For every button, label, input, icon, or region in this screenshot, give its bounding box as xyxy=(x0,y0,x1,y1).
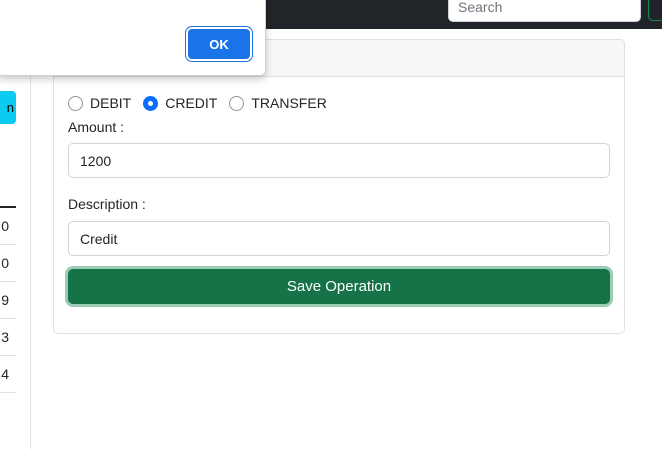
radio-transfer-control[interactable] xyxy=(229,95,245,111)
amount-label: Amount : xyxy=(68,119,125,135)
radio-transfer-label: TRANSFER xyxy=(251,95,327,111)
table-row: 0 xyxy=(0,208,16,245)
operation-type-group: DEBIT CREDIT TRANSFER xyxy=(68,94,339,112)
operation-card: DEBIT CREDIT TRANSFER Amount : Descripti… xyxy=(53,39,625,334)
search-input[interactable] xyxy=(448,0,641,22)
description-input[interactable] xyxy=(68,221,610,256)
search-button[interactable] xyxy=(648,0,662,21)
ok-button[interactable]: OK xyxy=(188,29,250,59)
radio-transfer[interactable]: TRANSFER xyxy=(229,95,327,111)
action-button[interactable]: n xyxy=(0,91,16,124)
amount-input[interactable] xyxy=(68,143,610,178)
save-operation-button[interactable]: Save Operation xyxy=(68,269,610,304)
table-row: 4 xyxy=(0,356,16,393)
radio-credit[interactable]: CREDIT xyxy=(143,95,217,111)
radio-debit-label: DEBIT xyxy=(90,95,132,111)
radio-debit[interactable]: DEBIT xyxy=(68,95,131,111)
radio-credit-control[interactable] xyxy=(143,95,159,111)
alert-dialog: OK xyxy=(0,0,266,76)
radio-debit-control[interactable] xyxy=(68,95,83,111)
table-row: 0 xyxy=(0,245,16,282)
radio-credit-label: CREDIT xyxy=(165,95,218,111)
description-label: Description : xyxy=(68,196,146,212)
table-row: 9 xyxy=(0,282,16,319)
table-row: 3 xyxy=(0,319,16,356)
